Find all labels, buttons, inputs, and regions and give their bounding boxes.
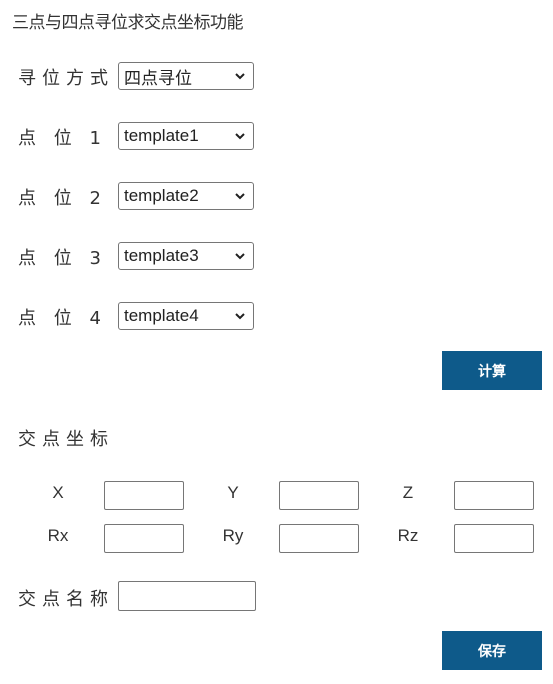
point-name-label: 交点名称 bbox=[18, 589, 114, 610]
chevron-down-icon bbox=[235, 73, 245, 80]
coord-z-label: Z bbox=[402, 483, 414, 502]
coord-rx-input[interactable] bbox=[104, 524, 184, 553]
chevron-down-icon bbox=[235, 133, 245, 140]
coord-x-input[interactable] bbox=[104, 481, 184, 510]
calculate-button[interactable]: 计算 bbox=[442, 351, 542, 390]
point-3-select[interactable]: template3 bbox=[118, 242, 254, 270]
point-1-label: 点 位 1 bbox=[18, 128, 107, 149]
point-4-select[interactable]: template4 bbox=[118, 302, 254, 330]
coord-y-input[interactable] bbox=[279, 481, 359, 510]
point-3-label: 点 位 3 bbox=[18, 248, 107, 269]
point-1-select[interactable]: template1 bbox=[118, 122, 254, 150]
coord-rz-label: Rz bbox=[397, 526, 419, 545]
mode-select-value: 四点寻位 bbox=[124, 68, 192, 88]
coord-x-label: X bbox=[52, 483, 64, 502]
point-4-label: 点 位 4 bbox=[18, 308, 107, 329]
coord-z-input[interactable] bbox=[454, 481, 534, 510]
point-4-select-value: template4 bbox=[124, 306, 199, 325]
coord-rx-label: Rx bbox=[47, 526, 69, 545]
mode-label: 寻位方式 bbox=[18, 68, 114, 89]
coord-rz-input[interactable] bbox=[454, 524, 534, 553]
save-button[interactable]: 保存 bbox=[442, 631, 542, 670]
coord-ry-label: Ry bbox=[222, 526, 244, 545]
result-section-label: 交点坐标 bbox=[18, 429, 114, 450]
page-title: 三点与四点寻位求交点坐标功能 bbox=[12, 13, 244, 33]
coord-y-label: Y bbox=[227, 483, 239, 502]
coord-ry-input[interactable] bbox=[279, 524, 359, 553]
point-2-label: 点 位 2 bbox=[18, 188, 107, 209]
chevron-down-icon bbox=[235, 193, 245, 200]
chevron-down-icon bbox=[235, 313, 245, 320]
point-2-select[interactable]: template2 bbox=[118, 182, 254, 210]
point-3-select-value: template3 bbox=[124, 246, 199, 265]
point-name-input[interactable] bbox=[118, 581, 256, 611]
point-1-select-value: template1 bbox=[124, 126, 199, 145]
mode-select[interactable]: 四点寻位 bbox=[118, 62, 254, 90]
point-2-select-value: template2 bbox=[124, 186, 199, 205]
chevron-down-icon bbox=[235, 253, 245, 260]
